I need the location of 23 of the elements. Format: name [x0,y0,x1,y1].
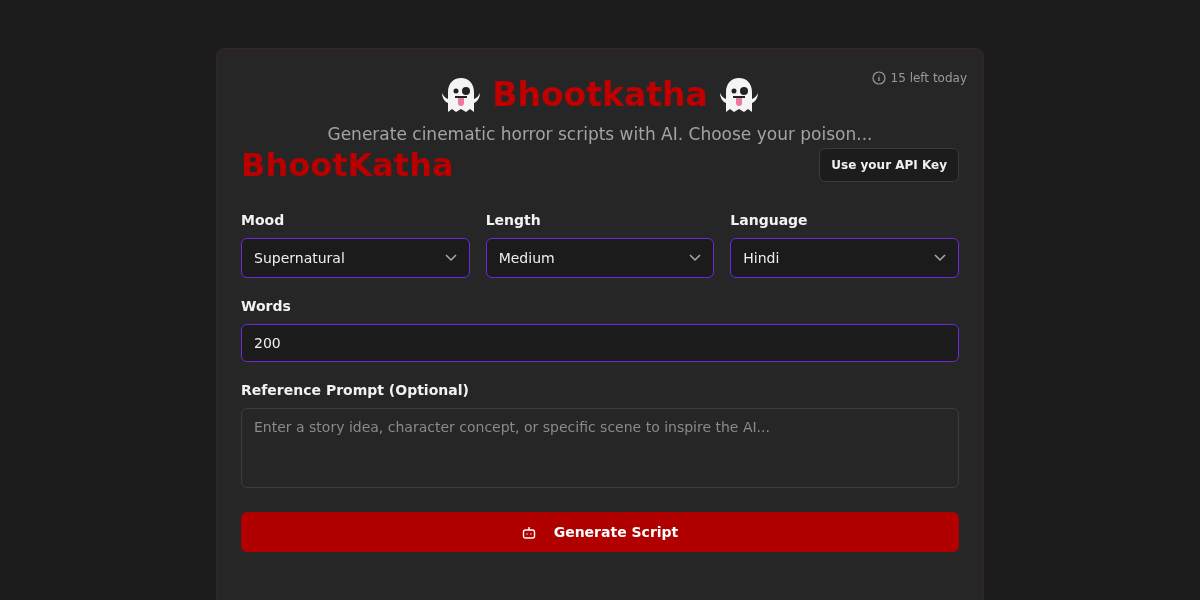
info-icon [871,71,886,85]
subtitle: Generate cinematic horror scripts with AI. Choose your poison... [326,124,874,144]
app-title: Bhootkatha [492,75,708,114]
field-label: Words [241,298,292,314]
chevron-down-icon [689,254,702,262]
api-key-button[interactable]: Use your API Key [819,148,959,182]
words-input[interactable]: 200 [241,324,959,362]
prompt-textarea[interactable]: Enter a story idea, character concept, or specific scene to inspire the AI... [241,408,959,488]
brand-logo-text: BhootKatha [241,146,454,184]
select-field[interactable]: Supernatural [241,238,470,278]
chevron-down-icon [934,254,946,262]
generate-button[interactable]: Generate Script [241,512,959,552]
field-label: Length [485,212,542,228]
ghost-icon [717,75,760,114]
usage-remaining: 15 left today [890,71,967,85]
chevron-down-icon [444,254,457,262]
field-label: Language [730,212,809,228]
field-label: Reference Prompt (Optional) [241,382,470,398]
field-label: Mood [241,212,286,228]
select-field[interactable]: Medium [485,238,715,278]
robot-icon [521,525,536,539]
select-field[interactable]: Hindi [730,238,959,278]
ghost-icon [440,75,483,114]
